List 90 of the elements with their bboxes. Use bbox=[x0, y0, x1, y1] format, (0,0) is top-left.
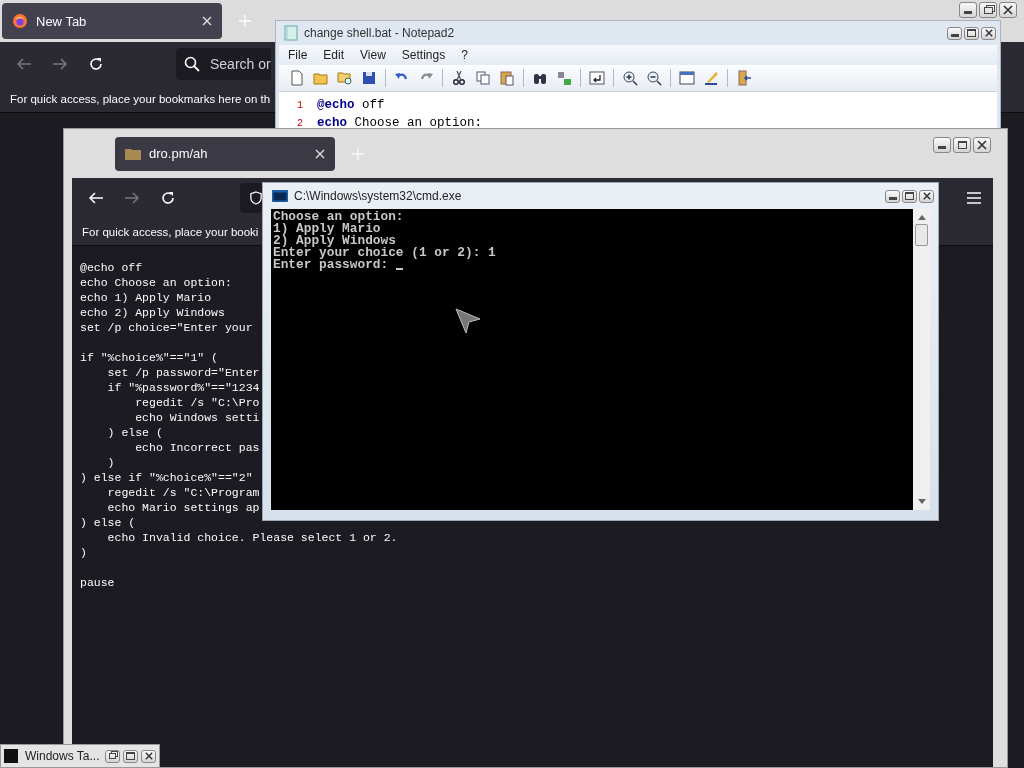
close-button[interactable] bbox=[919, 189, 934, 203]
forward-arrow-icon[interactable] bbox=[52, 57, 68, 71]
exit-icon[interactable] bbox=[736, 70, 752, 86]
code-line: echo Windows setti bbox=[134, 410, 260, 425]
code-line: regedit /s "C:\Pro bbox=[134, 395, 260, 410]
code-line: if "%password%"=="1234 bbox=[106, 380, 260, 395]
code-line: ) else ( bbox=[80, 515, 136, 530]
close-icon[interactable] bbox=[315, 148, 325, 159]
close-button[interactable] bbox=[981, 26, 996, 40]
scrollbar[interactable] bbox=[913, 209, 930, 510]
search-field[interactable]: Search or bbox=[176, 48, 271, 80]
folder-search-icon[interactable] bbox=[337, 70, 353, 86]
console-line: Enter password: bbox=[273, 259, 390, 271]
menu-item[interactable]: File bbox=[288, 48, 308, 62]
text-cursor bbox=[395, 268, 403, 270]
search-icon bbox=[184, 56, 200, 72]
close-button[interactable] bbox=[973, 137, 991, 153]
minimize-button[interactable] bbox=[959, 2, 977, 18]
window-icon[interactable] bbox=[679, 70, 695, 86]
close-button[interactable] bbox=[141, 749, 156, 763]
maximize-button[interactable] bbox=[902, 189, 917, 203]
code-line: echo 1) Apply Mario bbox=[80, 290, 212, 305]
console-icon bbox=[4, 749, 18, 763]
reload-icon[interactable] bbox=[88, 56, 104, 72]
code-line: echo Choose an option: bbox=[317, 116, 483, 130]
maximize-button[interactable] bbox=[123, 749, 138, 763]
code-line: echo Mario settings ap bbox=[106, 500, 260, 515]
close-button[interactable] bbox=[999, 2, 1017, 18]
address-bar[interactable] bbox=[240, 183, 262, 213]
minimized-window[interactable]: Windows Ta... bbox=[0, 744, 160, 768]
minimize-button[interactable] bbox=[933, 137, 951, 153]
fox-logo-icon bbox=[12, 13, 28, 29]
close-icon[interactable] bbox=[202, 16, 212, 26]
mouse-pointer-icon bbox=[455, 308, 481, 334]
paste-icon[interactable] bbox=[499, 70, 515, 86]
menu-icon[interactable] bbox=[967, 192, 981, 204]
code-line: @echo off bbox=[80, 260, 143, 275]
console-line: 1) Apply Mario bbox=[273, 223, 381, 235]
word-wrap-icon[interactable] bbox=[589, 70, 605, 86]
maximize-button[interactable] bbox=[953, 137, 971, 153]
window-title: C:\Windows\system32\cmd.exe bbox=[294, 189, 462, 203]
code-line: set /p choice="Enter your bbox=[80, 320, 253, 335]
notepad-icon bbox=[284, 25, 298, 41]
scroll-thumb[interactable] bbox=[915, 224, 928, 246]
code-line: echo Choose an option: bbox=[80, 275, 232, 290]
menu-item[interactable]: Edit bbox=[323, 48, 345, 62]
console-line: Choose an option: bbox=[273, 211, 404, 223]
code-line: pause bbox=[80, 575, 115, 590]
zoom-out-icon[interactable] bbox=[646, 70, 662, 86]
restore-button[interactable] bbox=[105, 749, 120, 763]
scissors-icon[interactable] bbox=[451, 70, 467, 86]
code-line: ) bbox=[80, 545, 87, 560]
code-line: if "%choice%"=="1" ( bbox=[80, 350, 219, 365]
menu-item[interactable]: ? bbox=[461, 48, 468, 62]
minimize-button[interactable] bbox=[947, 26, 962, 40]
code-line: ) else if "%choice%"=="2" bbox=[80, 470, 253, 485]
scroll-up-icon[interactable] bbox=[917, 215, 926, 220]
code-line: regedit /s "C:\Program bbox=[106, 485, 260, 500]
code-line: echo Incorrect pas bbox=[134, 440, 260, 455]
browser-tab[interactable]: dro.pm/ah bbox=[115, 136, 335, 171]
pencil-icon[interactable] bbox=[703, 70, 719, 86]
line-number: 1 bbox=[296, 99, 304, 111]
zoom-in-icon[interactable] bbox=[622, 70, 638, 86]
bookmarks-hint: For quick access, place your bookmarks here on th bbox=[10, 93, 271, 105]
code-line: ) else ( bbox=[106, 425, 163, 440]
copy-icon[interactable] bbox=[475, 70, 491, 86]
console-line: 2) Apply Windows bbox=[273, 235, 396, 247]
forward-arrow-icon[interactable] bbox=[124, 191, 140, 205]
save-icon[interactable] bbox=[361, 70, 377, 86]
bookmarks-hint: For quick access, place your booki bbox=[82, 225, 259, 238]
code-line: echo Invalid choice. Please select 1 or 2. bbox=[106, 530, 398, 545]
reload-icon[interactable] bbox=[160, 190, 176, 206]
code-line: @echo off bbox=[317, 98, 385, 112]
console-line: Enter your choice (1 or 2): 1 bbox=[273, 247, 496, 259]
maximize-button[interactable] bbox=[964, 26, 979, 40]
code-line: echo 2) Apply Windows bbox=[80, 305, 225, 320]
window-title: change shell.bat - Notepad2 bbox=[304, 26, 455, 40]
browser-tab[interactable]: New Tab bbox=[2, 3, 222, 39]
menu-item[interactable]: Settings bbox=[401, 48, 446, 62]
line-number: 2 bbox=[296, 117, 304, 129]
minimize-button[interactable] bbox=[885, 189, 900, 203]
code-line: ) bbox=[106, 455, 115, 470]
scroll-down-icon[interactable] bbox=[917, 499, 926, 504]
code-line: set /p password="Enter bbox=[106, 365, 260, 380]
console-icon bbox=[272, 190, 288, 202]
shield-icon bbox=[250, 190, 262, 206]
restore-button[interactable] bbox=[979, 2, 997, 18]
menu-item[interactable]: View bbox=[360, 48, 386, 62]
window-title: Windows Ta... bbox=[25, 749, 101, 763]
folder-icon bbox=[125, 147, 141, 160]
